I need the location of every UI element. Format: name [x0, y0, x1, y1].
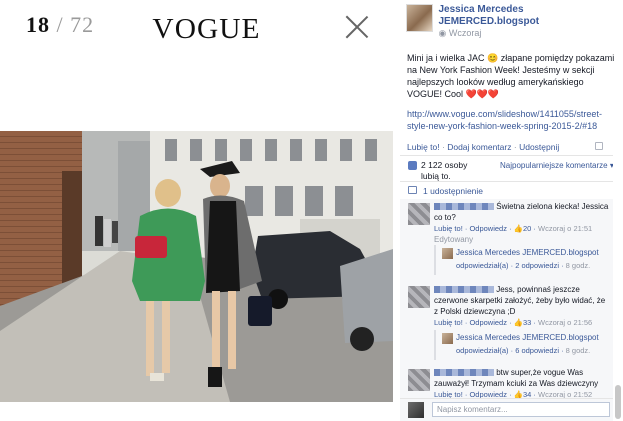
- comment-like-count[interactable]: 20: [523, 224, 531, 233]
- separator-dot: ·: [513, 142, 517, 152]
- post-link[interactable]: http://www.vogue.com/slideshow/1411055/s…: [407, 108, 619, 132]
- post-time: ◉ Wczoraj: [438, 28, 623, 39]
- comment-list: Świetna zielona kiecka! Jessica co to? L…: [400, 199, 613, 399]
- comments-panel: Jessica Mercedes JEMERCED.blogspot ◉ Wcz…: [400, 0, 623, 421]
- vogue-logo[interactable]: VOGUE: [152, 14, 260, 46]
- poster-name-link[interactable]: Jessica Mercedes JEMERCED.blogspot: [438, 4, 623, 28]
- comment-like-link[interactable]: Lubię to!: [434, 224, 463, 233]
- post-text: Mini ja i wielka JAC 😊 złapane pomiędzy …: [407, 53, 615, 99]
- comment-body: Jess, powinnaś jeszcze czerwone skarpetk…: [434, 284, 610, 328]
- share-icon: [408, 186, 417, 194]
- like-thumb-icon: [408, 161, 417, 170]
- close-icon[interactable]: [344, 14, 370, 40]
- comment-composer: [400, 398, 613, 421]
- comment-meta: Lubię to! · Odpowiedz · 👍20 · Wczoraj o …: [434, 224, 593, 233]
- commenter-name-redacted[interactable]: [434, 286, 494, 294]
- comment-like-link[interactable]: Lubię to!: [434, 318, 463, 327]
- reply-author-avatar: [442, 333, 453, 344]
- comment-like-thumb-icon: 👍: [513, 224, 523, 233]
- reply-meta: odpowiedział(a) · 6 odpowiedzi · 8 godz.: [456, 346, 591, 355]
- reply-author-name[interactable]: Jessica Mercedes JEMERCED.blogspot: [456, 332, 599, 343]
- poster-avatar[interactable]: [406, 4, 434, 32]
- post-header: Jessica Mercedes JEMERCED.blogspot ◉ Wcz…: [406, 4, 623, 39]
- reply-meta: odpowiedział(a) · 2 odpowiedzi · 8 godz.: [456, 261, 591, 270]
- reply-author-avatar: [442, 248, 453, 259]
- commenter-avatar[interactable]: [408, 286, 430, 308]
- comment-time[interactable]: Wczoraj o 21:56: [538, 318, 592, 327]
- comment-sort-dropdown[interactable]: Najpopularniejsze komentarze ▾: [500, 160, 614, 171]
- commenter-name-redacted[interactable]: [434, 369, 494, 377]
- reply-time: 8 godz.: [565, 346, 591, 355]
- commenter-avatar[interactable]: [408, 369, 430, 391]
- like-link[interactable]: Lubię to!: [407, 142, 440, 152]
- likes-summary: 2 122 osoby lubią to. Najpopularniejsze …: [400, 155, 614, 182]
- poster-info: Jessica Mercedes JEMERCED.blogspot ◉ Wcz…: [438, 4, 623, 39]
- slide-counter: 18 / 72: [26, 12, 94, 38]
- reply-label: odpowiedział(a): [456, 346, 509, 355]
- current-user-avatar: [408, 402, 424, 418]
- slide-separator: /: [56, 12, 64, 37]
- shares-count-link[interactable]: 1 udostępnienie: [423, 186, 483, 197]
- reply-summary: Jessica Mercedes JEMERCED.blogspot odpow…: [434, 245, 609, 275]
- slide-current: 18: [26, 12, 50, 37]
- post-time-text[interactable]: Wczoraj: [449, 28, 482, 38]
- separator-dot: ·: [442, 142, 445, 152]
- reply-author-name[interactable]: Jessica Mercedes JEMERCED.blogspot: [456, 247, 599, 258]
- commenter-avatar[interactable]: [408, 203, 430, 225]
- comment-time[interactable]: Wczoraj o 21:51: [538, 224, 592, 233]
- shares-summary: 1 udostępnienie: [400, 181, 613, 198]
- comment-like-thumb-icon: 👍: [513, 318, 523, 327]
- commenter-name-redacted[interactable]: [434, 203, 494, 211]
- scrollbar-thumb[interactable]: [615, 385, 621, 419]
- comment-reply-link[interactable]: Odpowiedz: [469, 224, 507, 233]
- reply-time: 8 godz.: [565, 261, 591, 270]
- globe-icon: ◉: [438, 28, 447, 38]
- slide-total: 72: [70, 12, 95, 37]
- post-actions: Lubię to! · Dodaj komentarz · Udostępnij: [407, 142, 559, 153]
- tag-icon[interactable]: [595, 142, 603, 150]
- add-comment-link[interactable]: Dodaj komentarz: [447, 142, 511, 152]
- comment-like-count[interactable]: 33: [523, 318, 531, 327]
- street-style-photo[interactable]: [0, 131, 393, 402]
- comment-reply-link[interactable]: Odpowiedz: [469, 318, 507, 327]
- comment-edited-label[interactable]: Edytowany: [434, 234, 610, 245]
- reply-count-link[interactable]: 6 odpowiedzi: [515, 346, 559, 355]
- reply-count-link[interactable]: 2 odpowiedzi: [515, 261, 559, 270]
- comment-body: Świetna zielona kiecka! Jessica co to? L…: [434, 201, 610, 245]
- share-link[interactable]: Udostępnij: [519, 142, 559, 152]
- photo-illustration: [0, 131, 393, 402]
- comment-input[interactable]: [432, 402, 610, 417]
- comment-meta: Lubię to! · Odpowiedz · 👍33 · Wczoraj o …: [434, 318, 593, 327]
- photo-viewer: 18 / 72 VOGUE: [0, 0, 396, 421]
- comment-body: btw super,że vogue Was zauważył! Trzymam…: [434, 367, 610, 400]
- reply-summary: Jessica Mercedes JEMERCED.blogspot odpow…: [434, 330, 609, 360]
- likes-count-link[interactable]: 2 122 osoby lubią to.: [421, 160, 483, 182]
- comments-scrollbar[interactable]: [613, 155, 623, 421]
- reply-label: odpowiedział(a): [456, 261, 509, 270]
